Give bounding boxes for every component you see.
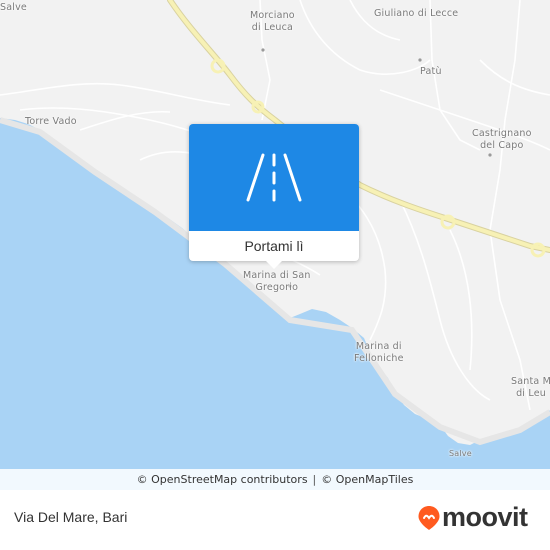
portami-li-button[interactable]: Portami lì	[189, 231, 359, 261]
popup-pointer	[266, 261, 282, 269]
attribution-separator: |	[312, 473, 317, 486]
portami-li-label: Portami lì	[244, 238, 304, 254]
map[interactable]: Salve Morciano di Leuca Giuliano di Lecc…	[0, 0, 550, 490]
map-attribution: © OpenStreetMap contributors | © OpenMap…	[0, 469, 550, 490]
place-label-giuliano: Giuliano di Lecce	[374, 8, 459, 19]
place-label-marina-felloniche: Marina di Felloniche	[354, 341, 404, 364]
place-label-marina-san-gregorio: Marina di San Gregorio	[243, 270, 311, 293]
osm-attribution-link[interactable]: © OpenStreetMap contributors	[137, 473, 308, 486]
omt-attribution-link[interactable]: © OpenMapTiles	[321, 473, 413, 486]
location-title: Via Del Mare, Bari	[14, 509, 128, 525]
place-label-castrignano: Castrignano del Capo	[472, 128, 532, 151]
place-label-morciano: Morciano di Leuca	[250, 10, 295, 33]
footer: Via Del Mare, Bari moovit	[0, 490, 550, 550]
place-label-salve-bottom: Salve	[449, 449, 472, 458]
place-label-patu: Patù	[420, 66, 442, 77]
moovit-wordmark: moovit	[442, 502, 528, 532]
place-label-salve: Salve	[0, 2, 27, 13]
moovit-logo[interactable]: moovit	[417, 502, 528, 533]
popup-header[interactable]	[189, 124, 359, 231]
place-label-torre-vado: Torre Vado	[25, 116, 77, 127]
directions-popup[interactable]: Portami lì	[189, 124, 359, 269]
moovit-pin-icon	[418, 505, 440, 530]
road-icon	[246, 153, 302, 202]
place-label-santa-maria: Santa M di Leu	[511, 376, 550, 399]
